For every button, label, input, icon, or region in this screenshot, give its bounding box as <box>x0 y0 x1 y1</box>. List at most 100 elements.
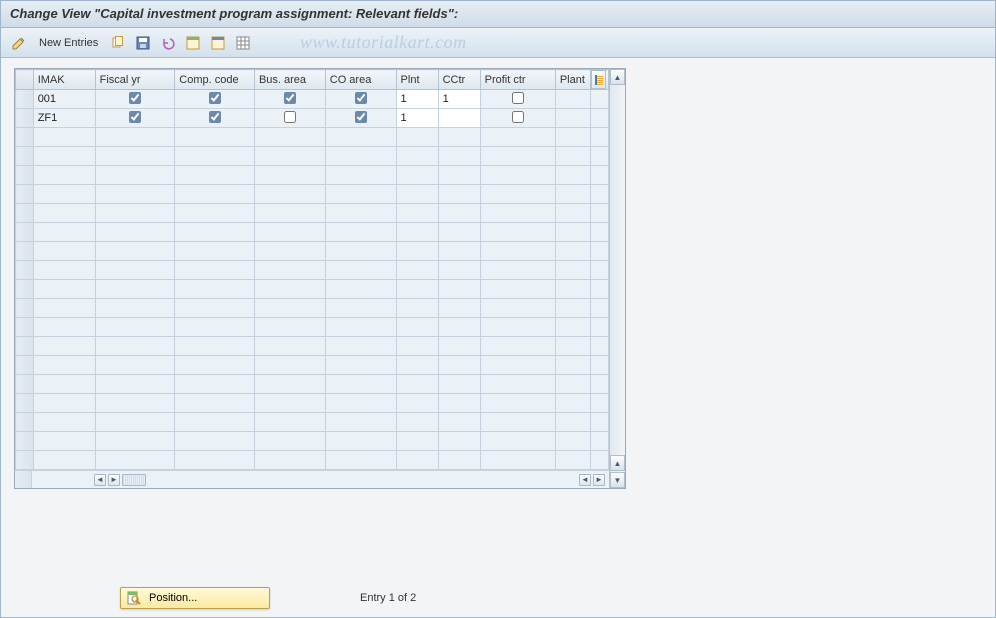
empty-cell[interactable] <box>555 432 590 451</box>
empty-cell[interactable] <box>480 451 555 470</box>
empty-cell[interactable] <box>396 185 438 204</box>
empty-cell[interactable] <box>480 356 555 375</box>
empty-cell[interactable] <box>175 413 255 432</box>
empty-cell[interactable] <box>33 299 95 318</box>
empty-cell[interactable] <box>480 413 555 432</box>
empty-cell[interactable] <box>591 356 609 375</box>
checkbox[interactable] <box>512 92 524 104</box>
cell-profit-ctr[interactable] <box>480 90 555 109</box>
empty-cell[interactable] <box>33 413 95 432</box>
empty-cell[interactable] <box>438 166 480 185</box>
empty-cell[interactable] <box>591 280 609 299</box>
position-button[interactable]: Position... <box>120 587 270 609</box>
empty-cell[interactable] <box>591 185 609 204</box>
empty-cell[interactable] <box>438 432 480 451</box>
col-fiscal-yr[interactable]: Fiscal yr <box>95 70 175 90</box>
row-selector[interactable] <box>16 242 34 261</box>
empty-cell[interactable] <box>438 394 480 413</box>
empty-cell[interactable] <box>555 261 590 280</box>
empty-cell[interactable] <box>555 185 590 204</box>
empty-cell[interactable] <box>438 223 480 242</box>
empty-cell[interactable] <box>438 299 480 318</box>
empty-cell[interactable] <box>555 280 590 299</box>
empty-cell[interactable] <box>591 337 609 356</box>
empty-cell[interactable] <box>254 375 325 394</box>
empty-cell[interactable] <box>175 204 255 223</box>
row-selector[interactable] <box>16 356 34 375</box>
empty-cell[interactable] <box>325 451 396 470</box>
empty-cell[interactable] <box>95 204 175 223</box>
col-imak[interactable]: IMAK <box>33 70 95 90</box>
empty-cell[interactable] <box>591 166 609 185</box>
empty-cell[interactable] <box>175 394 255 413</box>
row-selector[interactable] <box>16 109 34 128</box>
checkbox[interactable] <box>284 111 296 123</box>
empty-cell[interactable] <box>254 337 325 356</box>
empty-cell[interactable] <box>175 337 255 356</box>
empty-cell[interactable] <box>33 394 95 413</box>
empty-cell[interactable] <box>95 356 175 375</box>
empty-cell[interactable] <box>254 204 325 223</box>
empty-cell[interactable] <box>396 242 438 261</box>
empty-cell[interactable] <box>555 223 590 242</box>
table-settings-icon[interactable] <box>232 32 254 54</box>
empty-cell[interactable] <box>95 280 175 299</box>
cell-co-area[interactable] <box>325 90 396 109</box>
empty-cell[interactable] <box>396 299 438 318</box>
save-icon[interactable] <box>132 32 154 54</box>
cell-plant[interactable] <box>555 109 590 128</box>
empty-cell[interactable] <box>33 242 95 261</box>
empty-cell[interactable] <box>175 147 255 166</box>
cell-plnt[interactable]: 1 <box>396 90 438 109</box>
row-selector-header[interactable] <box>16 70 34 90</box>
empty-cell[interactable] <box>325 356 396 375</box>
empty-cell[interactable] <box>591 413 609 432</box>
empty-cell[interactable] <box>480 166 555 185</box>
empty-cell[interactable] <box>33 318 95 337</box>
cell-plant[interactable] <box>555 90 590 109</box>
empty-cell[interactable] <box>396 432 438 451</box>
empty-cell[interactable] <box>325 147 396 166</box>
empty-cell[interactable] <box>438 128 480 147</box>
checkbox[interactable] <box>129 92 141 104</box>
empty-cell[interactable] <box>555 413 590 432</box>
empty-cell[interactable] <box>325 204 396 223</box>
empty-cell[interactable] <box>175 242 255 261</box>
empty-cell[interactable] <box>591 147 609 166</box>
checkbox[interactable] <box>209 92 221 104</box>
col-cctr[interactable]: CCtr <box>438 70 480 90</box>
empty-cell[interactable] <box>396 128 438 147</box>
cell-imak[interactable]: ZF1 <box>33 109 95 128</box>
empty-cell[interactable] <box>555 394 590 413</box>
empty-cell[interactable] <box>325 128 396 147</box>
empty-cell[interactable] <box>591 318 609 337</box>
select-all-icon[interactable] <box>182 32 204 54</box>
empty-cell[interactable] <box>480 280 555 299</box>
empty-cell[interactable] <box>95 299 175 318</box>
empty-cell[interactable] <box>325 337 396 356</box>
empty-cell[interactable] <box>254 356 325 375</box>
empty-cell[interactable] <box>591 242 609 261</box>
empty-cell[interactable] <box>480 128 555 147</box>
empty-cell[interactable] <box>254 299 325 318</box>
empty-cell[interactable] <box>95 337 175 356</box>
new-entries-button[interactable]: New Entries <box>33 32 104 54</box>
empty-cell[interactable] <box>95 128 175 147</box>
empty-cell[interactable] <box>480 242 555 261</box>
empty-cell[interactable] <box>33 451 95 470</box>
empty-cell[interactable] <box>33 147 95 166</box>
empty-cell[interactable] <box>480 147 555 166</box>
empty-cell[interactable] <box>175 280 255 299</box>
checkbox[interactable] <box>512 111 524 123</box>
empty-cell[interactable] <box>254 223 325 242</box>
cell-cctr[interactable] <box>438 109 480 128</box>
empty-cell[interactable] <box>480 318 555 337</box>
empty-cell[interactable] <box>95 432 175 451</box>
empty-cell[interactable] <box>591 432 609 451</box>
empty-cell[interactable] <box>254 451 325 470</box>
row-selector[interactable] <box>16 204 34 223</box>
empty-cell[interactable] <box>325 394 396 413</box>
row-selector[interactable] <box>16 337 34 356</box>
empty-cell[interactable] <box>325 413 396 432</box>
empty-cell[interactable] <box>33 356 95 375</box>
